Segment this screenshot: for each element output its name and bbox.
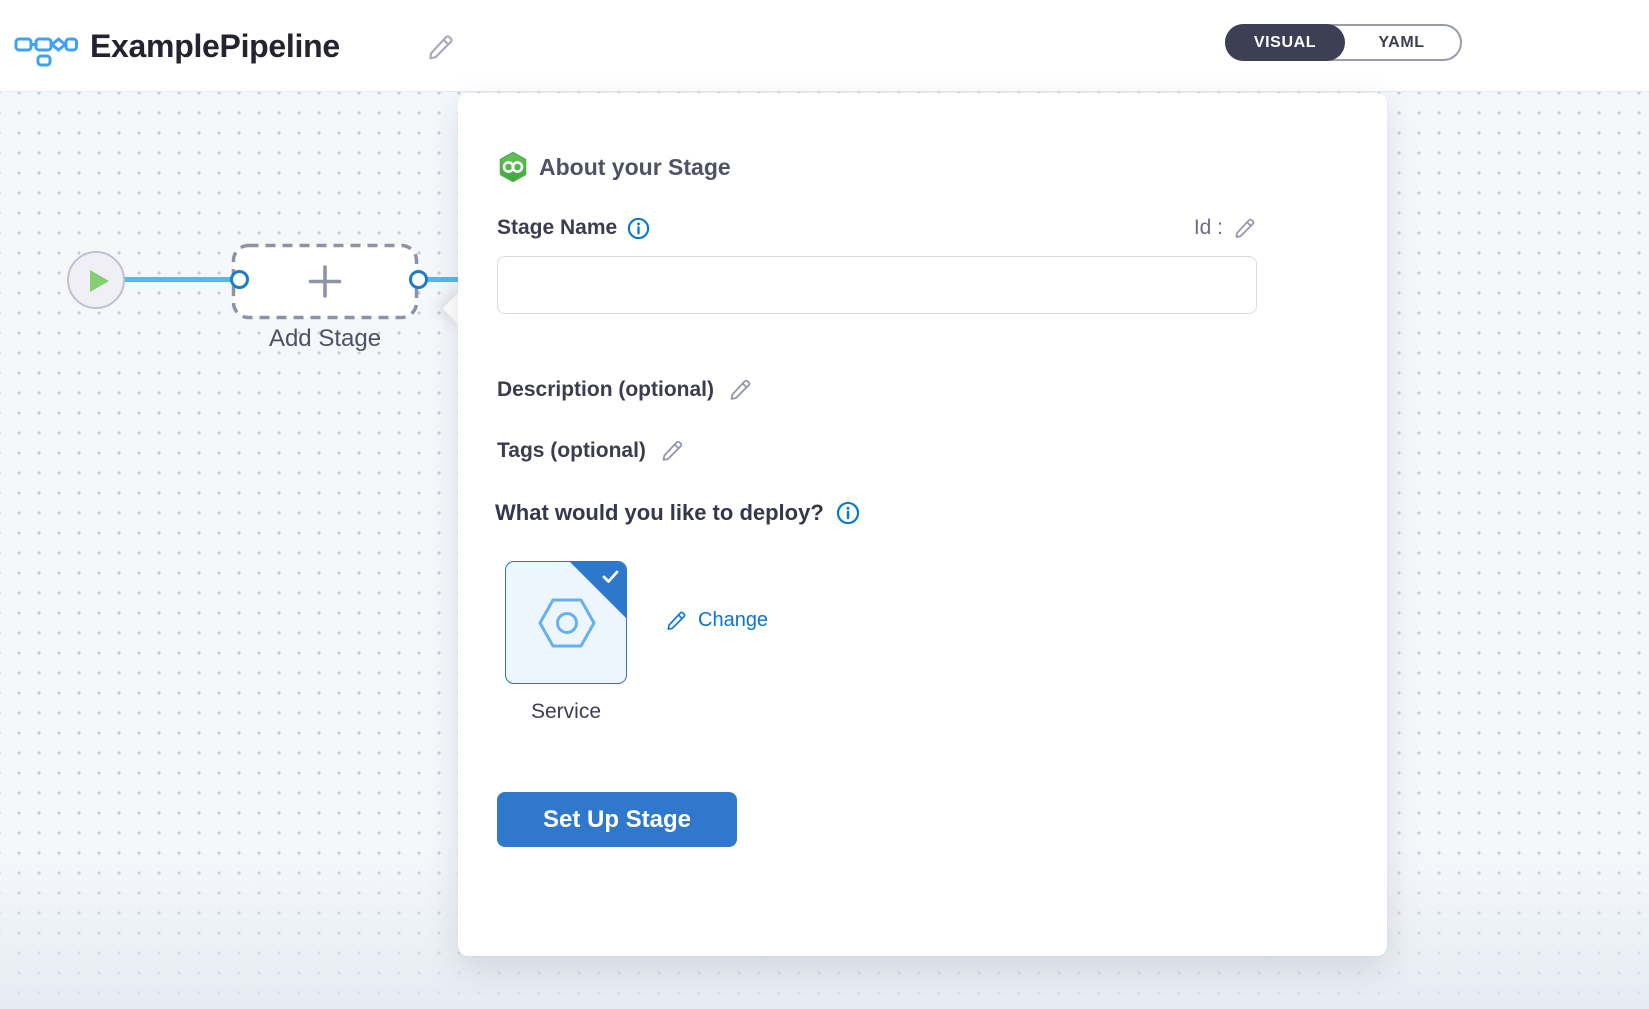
edit-title-pencil-icon[interactable] xyxy=(426,32,456,62)
change-pencil-icon xyxy=(665,609,688,632)
service-hexagon-icon xyxy=(534,595,600,651)
edit-tags-pencil-icon[interactable] xyxy=(660,438,685,463)
tags-row[interactable]: Tags (optional) xyxy=(497,438,685,463)
edit-description-pencil-icon[interactable] xyxy=(728,377,753,402)
description-label: Description (optional) xyxy=(497,378,714,402)
deploy-question-row: What would you like to deploy? xyxy=(495,500,860,526)
check-icon xyxy=(602,570,619,584)
deploy-option-service-card[interactable] xyxy=(505,561,627,684)
about-stage-popover: About your Stage Stage Name Id : Descrip… xyxy=(458,93,1387,956)
stage-name-input[interactable] xyxy=(497,256,1257,314)
popover-title: About your Stage xyxy=(539,154,731,181)
pipeline-icon xyxy=(14,27,78,67)
add-stage-node[interactable] xyxy=(231,243,419,320)
edit-id-pencil-icon[interactable] xyxy=(1233,216,1257,240)
change-deploy-type-link[interactable]: Change xyxy=(665,609,768,632)
set-up-stage-button[interactable]: Set Up Stage xyxy=(497,792,737,847)
top-bar: ExamplePipeline VISUAL YAML xyxy=(0,0,1649,92)
change-label: Change xyxy=(698,609,768,632)
add-stage-label: Add Stage xyxy=(231,325,419,353)
stage-name-info-icon[interactable] xyxy=(627,217,650,240)
cd-module-icon xyxy=(498,151,528,183)
description-row[interactable]: Description (optional) xyxy=(497,377,753,402)
deploy-question-label: What would you like to deploy? xyxy=(495,500,824,526)
pipeline-canvas: Add Stage About your Stage Stage Name xyxy=(0,92,1649,1009)
page-title: ExamplePipeline xyxy=(90,28,340,65)
port-start-out[interactable] xyxy=(230,270,249,289)
stage-name-row: Stage Name Id : xyxy=(497,216,1257,240)
service-card-label: Service xyxy=(505,700,627,724)
toggle-yaml-button[interactable]: YAML xyxy=(1343,26,1460,59)
deploy-info-icon[interactable] xyxy=(836,501,860,525)
toggle-visual-button[interactable]: VISUAL xyxy=(1225,24,1345,61)
play-icon xyxy=(90,270,109,292)
stage-name-label: Stage Name xyxy=(497,216,617,240)
tags-label: Tags (optional) xyxy=(497,439,646,463)
port-addstage-out[interactable] xyxy=(409,270,428,289)
edge-start-to-addstage xyxy=(122,277,242,282)
stage-id-label: Id : xyxy=(1194,216,1223,240)
popover-header: About your Stage xyxy=(498,151,731,183)
pipeline-start-node[interactable] xyxy=(67,251,125,309)
visual-yaml-toggle: VISUAL YAML xyxy=(1225,24,1462,61)
